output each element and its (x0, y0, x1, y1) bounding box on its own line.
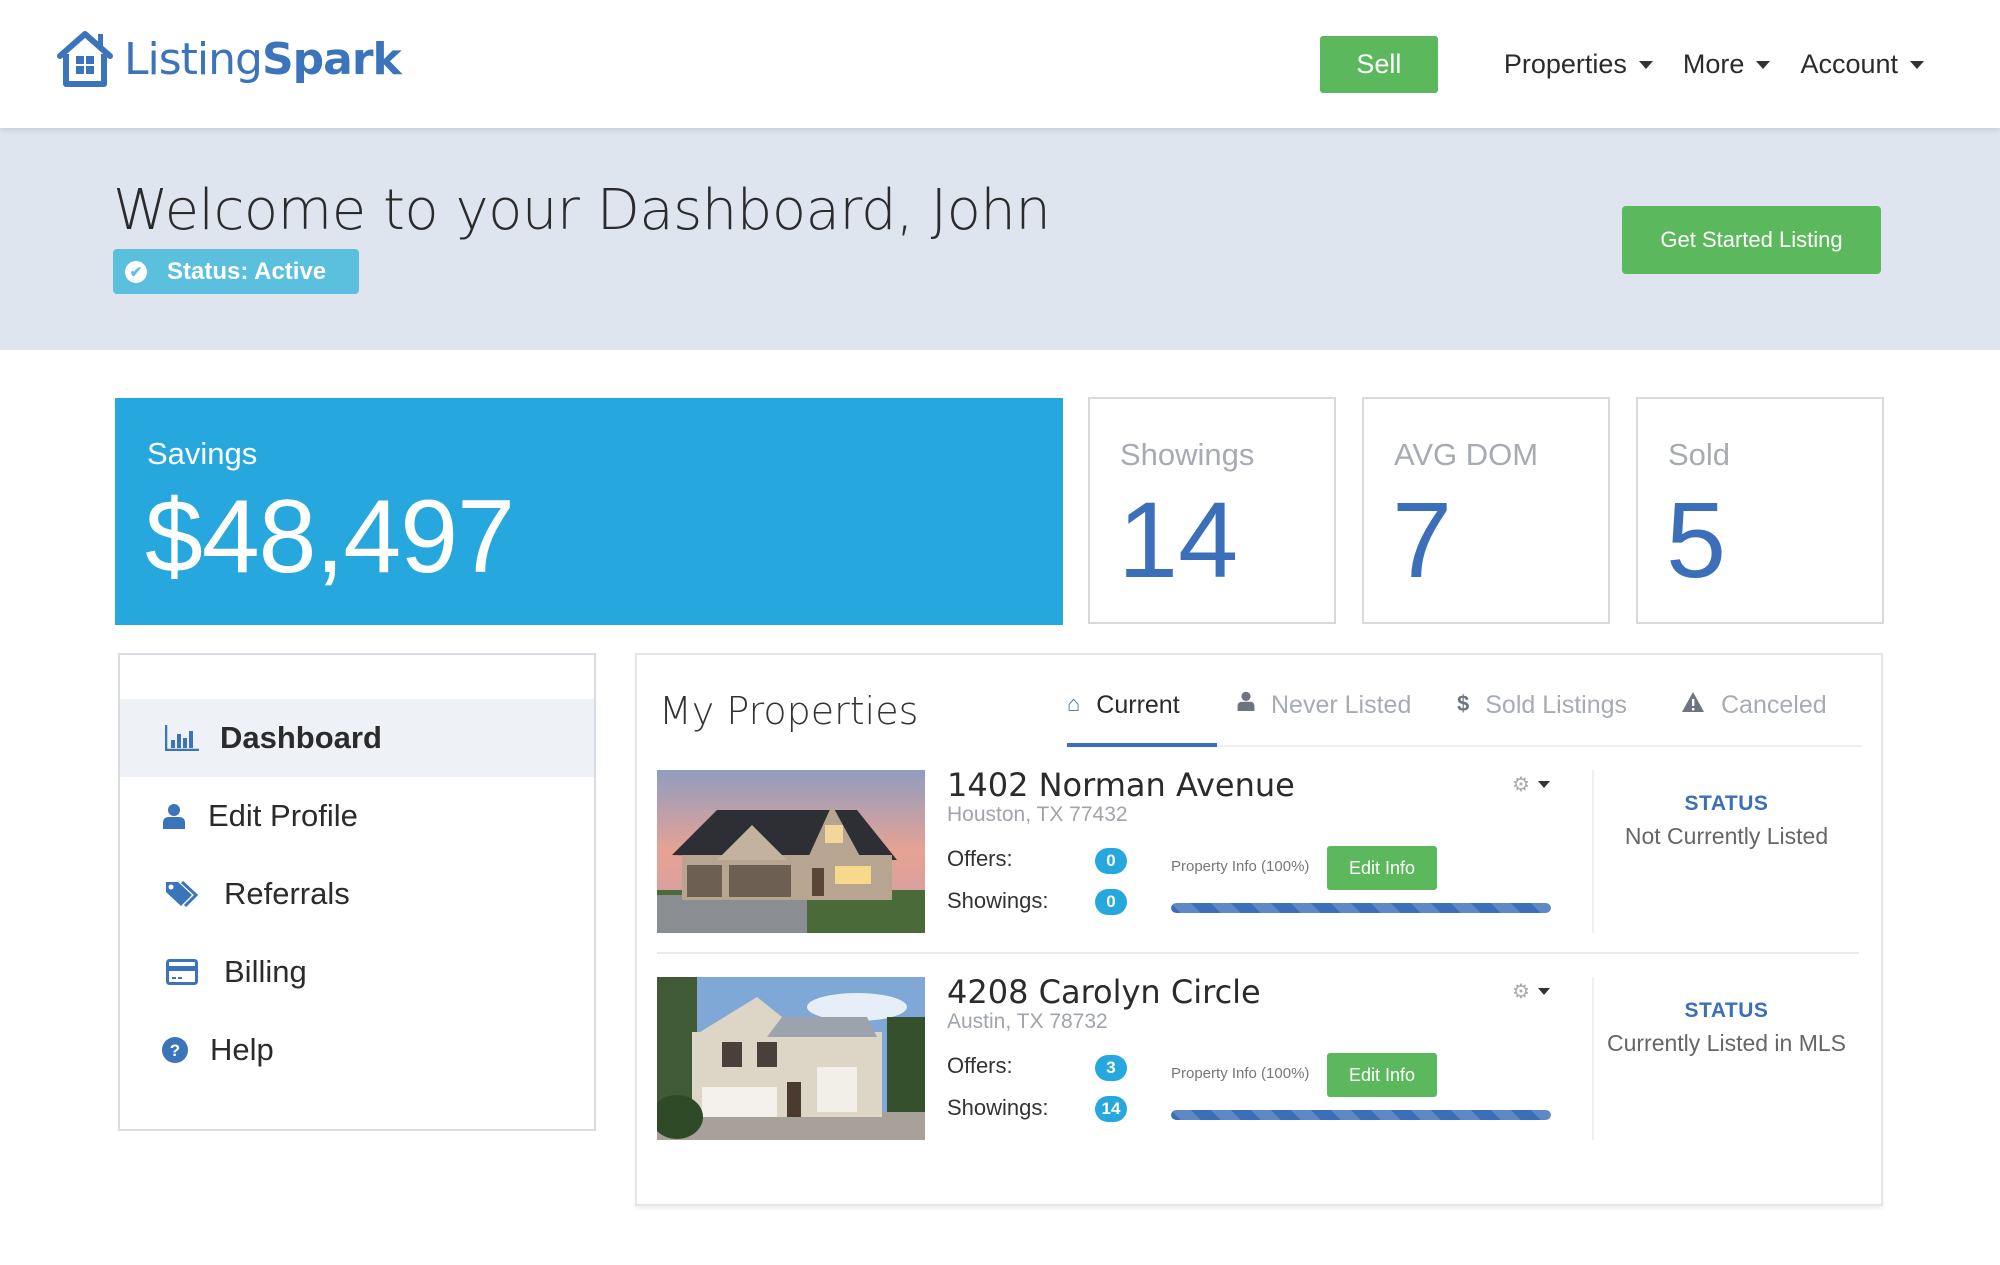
property-photo[interactable] (657, 977, 925, 1140)
check-circle-icon: ✔ (125, 260, 147, 283)
avg-dom-label: AVG DOM (1394, 437, 1539, 472)
properties-tabs: ⌂ Current Never Listed $ Sold Listings Can… (1067, 679, 1862, 747)
property-city: Austin, TX 78732 (947, 1010, 1108, 1033)
status-value: Not Currently Listed (1624, 823, 1829, 849)
property-row: 4208 Carolyn Circle Austin, TX 78732 Off… (657, 973, 1859, 1145)
status-heading: STATUS (1684, 792, 1769, 815)
logo[interactable]: ListingSpark (54, 28, 402, 90)
status-heading: STATUS (1684, 999, 1769, 1022)
svg-text:?: ? (170, 1041, 180, 1060)
caret-down-icon (1910, 60, 1924, 69)
credit-card-icon (162, 959, 202, 985)
brand-name: ListingSpark (124, 33, 402, 85)
avg-dom-value: 7 (1392, 479, 1453, 600)
settings-dropdown[interactable]: ⚙ (1512, 979, 1550, 1004)
property-info-label: Property Info (100%) (1171, 858, 1310, 875)
progress-fill (1171, 903, 1551, 913)
property-info-progress (1171, 903, 1551, 913)
property-photo[interactable] (657, 770, 925, 933)
caret-down-icon (1756, 60, 1771, 69)
edit-info-button[interactable]: Edit Info (1327, 1053, 1437, 1097)
offers-label: Offers: (947, 846, 1013, 871)
nav-more-dropdown[interactable]: More (1683, 49, 1771, 80)
edit-info-button[interactable]: Edit Info (1327, 846, 1437, 890)
user-icon (162, 803, 186, 829)
bar-chart-icon (162, 725, 202, 751)
status-value: Currently Listed in MLS (1606, 1030, 1847, 1056)
settings-dropdown[interactable]: ⚙ (1512, 772, 1550, 797)
sold-value: 5 (1666, 479, 1727, 600)
offers-count-badge: 3 (1095, 1055, 1127, 1081)
offers-label: Offers: (947, 1053, 1013, 1078)
nav-account-dropdown[interactable]: Account (1800, 49, 1924, 80)
sidebar-item-referrals[interactable]: Referrals (120, 855, 594, 933)
showings-label: Showings: (947, 1095, 1049, 1120)
gear-icon: ⚙ (1512, 981, 1530, 1003)
welcome-banner: Welcome to your Dashboard, John ✔ Status… (0, 128, 2000, 350)
showings-label: Showings: (947, 888, 1049, 913)
question-circle-icon: ? (162, 1037, 188, 1063)
dollar-icon: $ (1457, 691, 1470, 716)
property-city: Houston, TX 77432 (947, 803, 1128, 826)
sidebar-item-help[interactable]: ? Help (120, 1011, 594, 1089)
property-address[interactable]: 1402 Norman Avenue (947, 766, 1295, 804)
page-title: Welcome to your Dashboard, John (113, 178, 1051, 243)
sold-label: Sold (1668, 437, 1731, 472)
tab-sold-listings[interactable]: $ Sold Listings (1457, 691, 1627, 747)
showings-count-badge: 0 (1095, 889, 1127, 915)
properties-title: My Properties (659, 689, 919, 733)
showings-value: 14 (1118, 479, 1239, 600)
savings-value: $48,497 (145, 479, 515, 595)
home-icon: ⌂ (1067, 691, 1081, 716)
sidebar-item-edit-profile[interactable]: Edit Profile (120, 777, 594, 855)
property-status: STATUS Not Currently Listed (1594, 792, 1859, 853)
showings-label: Showings (1120, 437, 1255, 472)
avg-dom-card: AVG DOM 7 (1362, 397, 1610, 624)
property-info-progress (1171, 1110, 1551, 1120)
offers-count-badge: 0 (1095, 848, 1127, 874)
tab-never-listed[interactable]: Never Listed (1237, 691, 1411, 747)
caret-down-icon (1638, 60, 1653, 69)
caret-down-icon (1537, 781, 1550, 788)
tab-current[interactable]: ⌂ Current (1067, 691, 1217, 747)
property-address[interactable]: 4208 Carolyn Circle (947, 973, 1261, 1011)
sidebar-item-dashboard[interactable]: Dashboard (120, 699, 594, 777)
property-status: STATUS Currently Listed in MLS (1594, 999, 1859, 1060)
progress-fill (1171, 1110, 1551, 1120)
sidebar: Dashboard Edit Profile Referrals Billing… (118, 653, 596, 1131)
my-properties-panel: My Properties ⌂ Current Never Listed $ Sol… (635, 653, 1883, 1206)
sold-card: Sold 5 (1636, 397, 1884, 624)
showings-count-badge: 14 (1095, 1096, 1127, 1122)
tab-canceled[interactable]: Canceled (1681, 691, 1827, 747)
get-started-listing-button[interactable]: Get Started Listing (1622, 206, 1881, 274)
savings-label: Savings (147, 436, 258, 471)
warning-icon (1681, 691, 1705, 719)
gear-icon: ⚙ (1512, 774, 1530, 796)
property-info-label: Property Info (100%) (1171, 1065, 1310, 1082)
house-logo-icon (57, 31, 113, 87)
property-row: 1402 Norman Avenue Houston, TX 77432 Off… (657, 766, 1859, 954)
nav-properties-dropdown[interactable]: Properties (1504, 49, 1653, 80)
top-navbar: ListingSpark Sell Properties More Accoun… (0, 0, 2000, 128)
user-icon (1237, 691, 1255, 717)
caret-down-icon (1537, 988, 1550, 995)
savings-card: Savings $48,497 (115, 398, 1063, 625)
tags-icon (162, 881, 202, 907)
sidebar-item-billing[interactable]: Billing (120, 933, 594, 1011)
showings-card: Showings 14 (1088, 397, 1336, 624)
sell-button[interactable]: Sell (1319, 36, 1438, 93)
status-badge: ✔ Status: Active (113, 249, 359, 294)
